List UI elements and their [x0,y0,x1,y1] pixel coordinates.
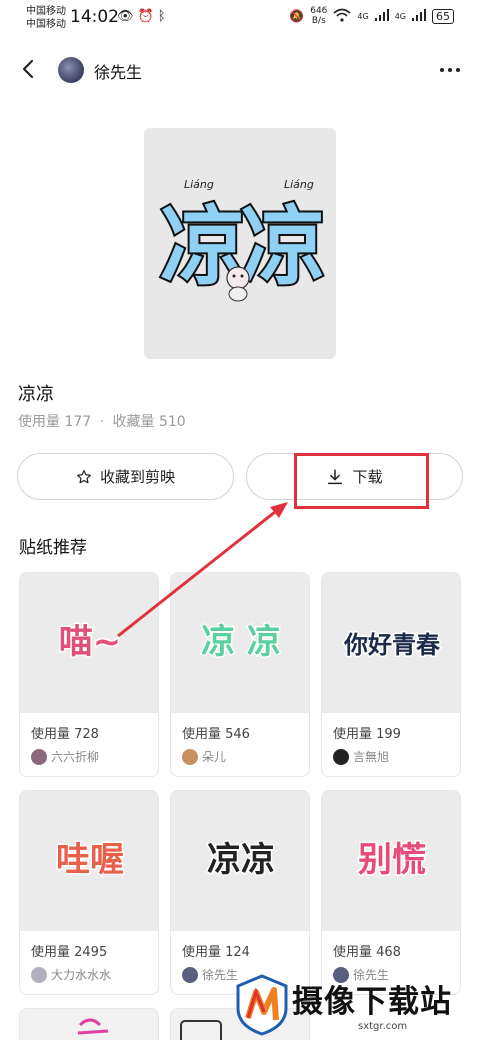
card-creator: 朵儿 [182,748,226,765]
carrier-2: 中国移动 [26,19,66,30]
more-dot-icon [448,68,452,72]
creator-avatar [31,748,47,765]
sticker-thumb-art: 别慌 [358,840,426,880]
sticker-pinyin-right: Liáng [284,178,314,191]
sticker-pinyin-left: Liáng [184,178,214,191]
status-time: 14:02 [70,7,119,27]
signal-label-2: 4G [394,11,406,21]
creator-name: 言無旭 [353,750,390,764]
download-button[interactable]: 下载 [246,453,463,500]
card-usage-count: 使用量 199 [333,727,401,742]
sticker-thumb: 哇喔 [20,791,158,931]
wifi-icon [333,8,351,25]
sticker-card[interactable]: 别慌 使用量 468 徐先生 [321,790,461,995]
card-creator: 六六折柳 [31,748,99,765]
net-speed-value: 646 [310,6,328,16]
recommend-section-title: 贴纸推荐 [19,538,87,558]
sticker-thumb [20,1009,158,1040]
status-bar: 中国移动 中国移动 14:02 👁 ⏰ ᛒ 🔕 646 B/s 4G 4G 65 [0,0,480,36]
card-usage-count: 使用量 124 [182,945,250,960]
favorite-button-label: 收藏到剪映 [99,468,175,486]
net-speed-unit: B/s [311,16,326,26]
sticker-favorites-count: 收藏量 510 [112,414,186,430]
card-usage-count: 使用量 546 [182,727,250,742]
signal-icon-1 [374,8,389,24]
net-speed: 646 B/s [310,6,327,26]
star-icon [77,469,91,483]
more-dot-icon [456,68,460,72]
back-arrow-icon [22,59,34,79]
favorite-button[interactable]: 收藏到剪映 [17,453,234,500]
site-watermark: 摄像下载站 sxtgr.com [228,972,480,1040]
watermark-url: sxtgr.com [358,1021,408,1032]
sticker-thumb: 凉 凉 [171,573,309,713]
sticker-thumb: 喵~ [20,573,158,713]
sticker-thumb-art: 凉 凉 [201,622,281,662]
card-usage-count: 使用量 2495 [31,945,108,960]
watermark-logo-icon [236,974,288,1036]
creator-avatar [182,748,198,765]
sticker-thumb-art: 你好青春 [343,631,440,659]
sticker-card[interactable]: 哇喔使用量 2495 大力水水水 [19,790,159,995]
sticker-title: 凉凉 [18,384,54,405]
sticker-usage-count: 使用量 177 [18,414,92,430]
alarm-icon: ⏰ [137,9,154,24]
sticker-art: Liáng Liáng 凉凉 [158,178,331,302]
mute-icon: 🔕 [289,9,305,23]
download-icon [328,469,343,484]
sticker-card[interactable]: 喵~ 使用量 728 六六折柳 [19,572,159,777]
carrier-1: 中国移动 [26,6,66,17]
author-name[interactable]: 徐先生 [94,59,142,83]
status-icons-right: 🔕 646 B/s 4G 4G 65 [289,6,454,26]
watermark-text: 摄像下载站 [292,984,452,1020]
sticker-card[interactable]: 凉 凉使用量 546 朵儿 [170,572,310,777]
card-creator: 言無旭 [333,748,389,765]
more-dot-icon [440,68,444,72]
creator-avatar [182,966,198,983]
status-icons-left: 👁 ⏰ ᛒ [117,9,166,24]
sticker-card-partial[interactable] [19,1008,159,1040]
creator-name: 朵儿 [202,750,227,764]
creator-avatar [333,748,349,765]
creator-avatar [31,966,47,983]
signal-icon-2 [412,8,426,24]
sticker-thumb-art: 喵~ [59,622,122,662]
bluetooth-icon: ᛒ [157,9,166,24]
author-avatar[interactable] [58,57,84,83]
sticker-thumb: 你好青春 [322,573,460,713]
card-usage-count: 使用量 728 [31,727,99,742]
sticker-thumb-art: 凉凉 [207,840,275,880]
carrier-info: 中国移动 中国移动 [26,5,66,31]
sticker-stats: 使用量 177 · 收藏量 510 [18,411,190,431]
back-button[interactable] [14,54,44,84]
more-options-button[interactable] [436,56,464,84]
eye-icon: 👁 [117,9,134,24]
download-button-label: 下载 [352,468,383,486]
sticker-thumb-art: 哇喔 [56,840,124,880]
card-creator: 大力水水水 [31,966,111,983]
sticker-card[interactable]: 凉凉 使用量 124 徐先生 [170,790,310,995]
sticker-preview: Liáng Liáng 凉凉 [144,128,336,359]
sticker-thumb: 别慌 [322,791,460,931]
creator-name: 大力水水水 [51,968,112,982]
stats-separator: · [99,414,105,430]
sticker-thumb: 凉凉 [171,791,309,931]
top-header: 徐先生 [0,48,480,92]
creator-name: 六六折柳 [51,750,100,764]
battery-indicator: 65 [432,8,454,24]
sticker-card[interactable]: 你好青春使用量 199 言無旭 [321,572,461,777]
card-usage-count: 使用量 468 [333,945,401,960]
signal-label-1: 4G [357,11,369,21]
